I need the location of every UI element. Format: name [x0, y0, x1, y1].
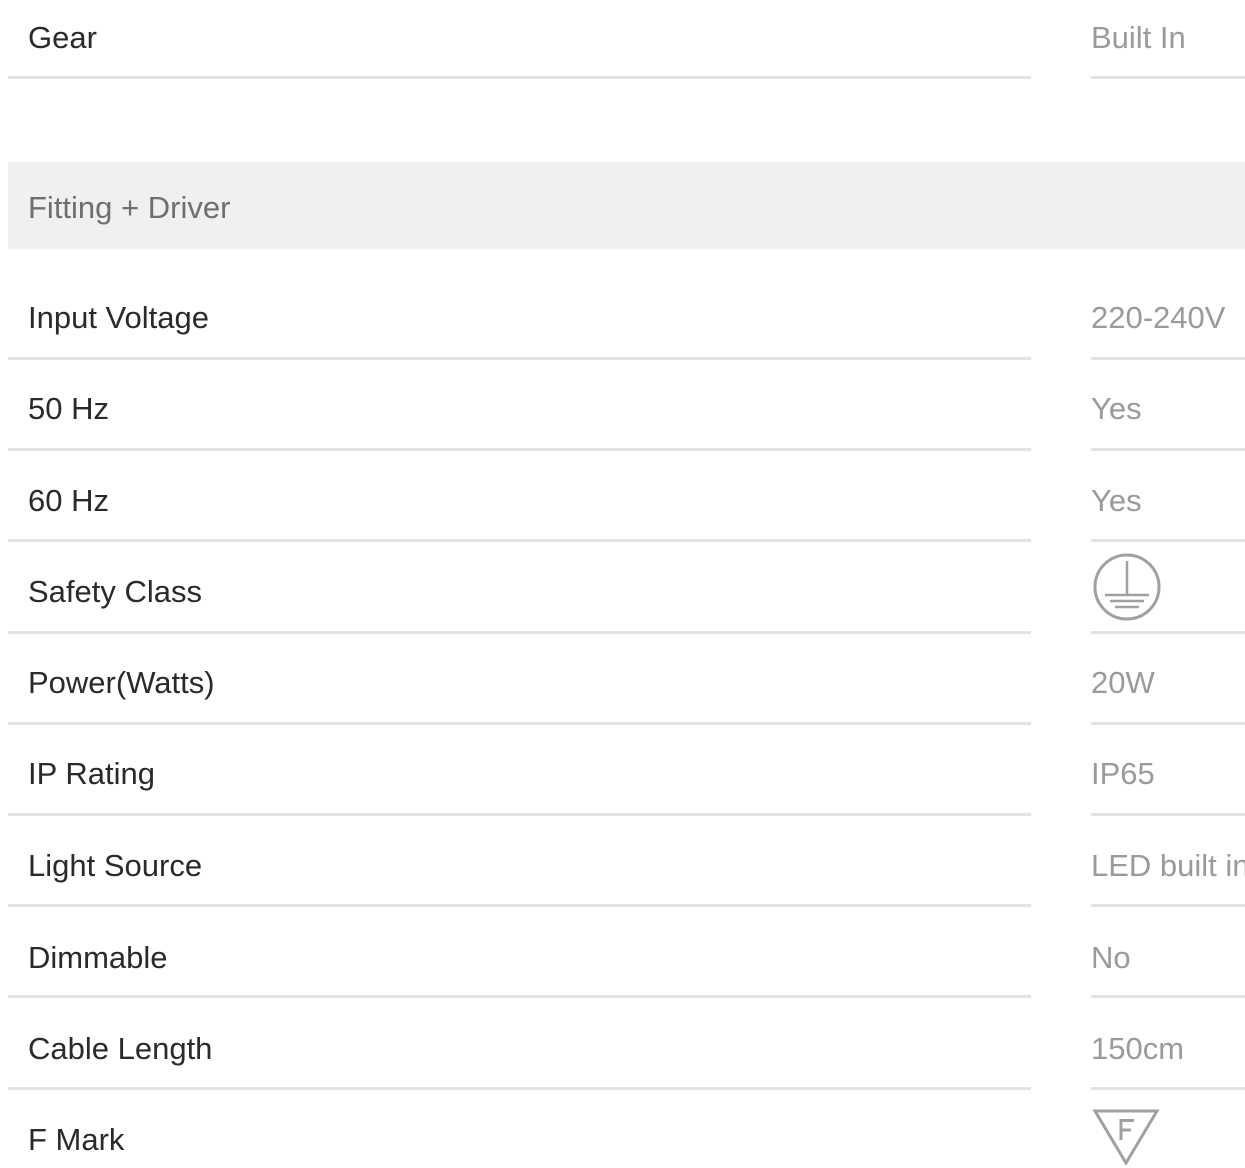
spec-label: Light Source — [28, 848, 203, 883]
row-divider — [1091, 76, 1245, 79]
spec-row-f-mark: F Mark — [0, 1090, 1245, 1168]
spec-row-input-voltage: Input Voltage 220-240V — [0, 266, 1245, 360]
spec-row-60hz: 60 Hz Yes — [0, 451, 1245, 542]
spec-row-50hz: 50 Hz Yes — [0, 360, 1245, 451]
spec-label: Cable Length — [28, 1031, 213, 1066]
spec-row-light-source: Light Source LED built in — [0, 816, 1245, 907]
spec-value: 150cm — [1091, 1031, 1185, 1066]
section-title: Fitting + Driver — [28, 190, 231, 225]
spec-row-safety-class: Safety Class — [0, 542, 1245, 634]
section-header: Fitting + Driver — [8, 162, 1245, 249]
spec-label: 60 Hz — [28, 483, 109, 518]
spec-row-dimmable: Dimmable No — [0, 907, 1245, 998]
spec-value: Yes — [1091, 483, 1142, 518]
spec-row-ip-rating: IP Rating IP65 — [0, 725, 1245, 816]
spec-label: Input Voltage — [28, 300, 209, 335]
earth-ground-class-i-icon — [1091, 551, 1163, 628]
spec-row-cable-length: Cable Length 150cm — [0, 998, 1245, 1090]
spec-label: 50 Hz — [28, 391, 109, 426]
row-divider — [8, 76, 1031, 79]
spec-label: Dimmable — [28, 940, 168, 975]
spec-value: LED built in — [1091, 848, 1245, 883]
spec-label: Power(Watts) — [28, 665, 215, 700]
spec-label: Gear — [28, 20, 97, 55]
spec-table: Gear Built In Fitting + Driver Input Vol… — [0, 0, 1245, 1168]
spec-label: Safety Class — [28, 574, 203, 609]
spec-value: Built In — [1091, 20, 1186, 55]
spec-value: No — [1091, 940, 1131, 975]
spec-value: IP65 — [1091, 756, 1155, 791]
spec-value: Yes — [1091, 391, 1142, 426]
spec-row-gear: Gear Built In — [0, 0, 1245, 80]
spec-value: 20W — [1091, 665, 1155, 700]
spec-label: F Mark — [28, 1122, 125, 1157]
spec-label: IP Rating — [28, 756, 155, 791]
spec-row-power: Power(Watts) 20W — [0, 634, 1245, 725]
f-mark-triangle-icon — [1091, 1107, 1163, 1168]
spec-value: 220-240V — [1091, 300, 1226, 335]
